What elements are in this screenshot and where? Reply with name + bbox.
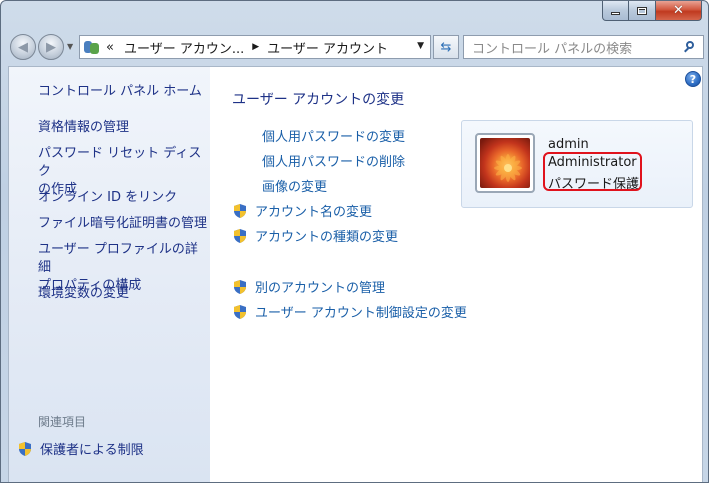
user-account-card: admin Administrator パスワード保護 bbox=[461, 120, 693, 208]
sidebar-item-control-panel-home[interactable]: コントロール パネル ホーム bbox=[38, 83, 202, 101]
uac-shield-icon bbox=[17, 441, 33, 457]
task-change-uac-settings[interactable]: ユーザー アカウント制御設定の変更 bbox=[232, 302, 467, 321]
back-arrow-icon: ◀ bbox=[18, 39, 28, 55]
uac-shield-icon bbox=[232, 228, 248, 244]
breadcrumb-separator-icon[interactable]: ▶ bbox=[252, 42, 259, 52]
search-box[interactable]: コントロール パネルの検索 bbox=[463, 35, 704, 59]
sidebar: コントロール パネル ホーム 資格情報の管理 パスワード リセット ディスク の… bbox=[9, 67, 210, 482]
avatar bbox=[475, 133, 535, 193]
uac-shield-icon bbox=[232, 203, 248, 219]
refresh-button[interactable]: ⇆ bbox=[433, 35, 459, 59]
task-label: アカウント名の変更 bbox=[255, 205, 373, 220]
minimize-button[interactable] bbox=[602, 1, 629, 21]
control-panel-window: ✕ ◀ ▶ ▼ « ユーザー アカウン... ▶ ユーザー アカウント ▼ ⇆ … bbox=[0, 0, 709, 483]
search-icon[interactable] bbox=[684, 41, 696, 53]
refresh-icon: ⇆ bbox=[440, 39, 452, 55]
maximize-icon bbox=[637, 6, 647, 15]
sidebar-item-encryption-certificates[interactable]: ファイル暗号化証明書の管理 bbox=[38, 215, 207, 233]
search-input[interactable]: コントロール パネルの検索 bbox=[472, 38, 632, 57]
maximize-button[interactable] bbox=[629, 1, 656, 21]
sidebar-item-link-online-id[interactable]: オンライン ID をリンク bbox=[38, 189, 177, 207]
address-dropdown-icon[interactable]: ▼ bbox=[417, 41, 424, 51]
forward-button[interactable]: ▶ bbox=[38, 34, 64, 60]
navigation-bar: ◀ ▶ ▼ « ユーザー アカウン... ▶ ユーザー アカウント ▼ ⇆ コン… bbox=[7, 32, 704, 60]
close-button[interactable]: ✕ bbox=[656, 1, 702, 21]
task-remove-password[interactable]: 個人用パスワードの削除 bbox=[255, 151, 405, 170]
task-label: ユーザー アカウント制御設定の変更 bbox=[255, 306, 467, 321]
task-change-picture[interactable]: 画像の変更 bbox=[255, 176, 327, 195]
user-accounts-icon bbox=[84, 39, 100, 55]
parental-controls-label: 保護者による制限 bbox=[40, 443, 144, 458]
task-label: 個人用パスワードの削除 bbox=[262, 155, 406, 170]
uac-shield-icon bbox=[232, 304, 248, 320]
task-manage-another-account[interactable]: 別のアカウントの管理 bbox=[232, 277, 385, 296]
task-label: 画像の変更 bbox=[262, 180, 328, 195]
task-change-account-name[interactable]: アカウント名の変更 bbox=[232, 201, 372, 220]
uac-shield-icon bbox=[232, 279, 248, 295]
page-title: ユーザー アカウントの変更 bbox=[232, 92, 405, 108]
sidebar-item-environment-variables[interactable]: 環境変数の変更 bbox=[38, 285, 129, 303]
task-change-account-type[interactable]: アカウントの種類の変更 bbox=[232, 226, 398, 245]
account-name: admin bbox=[548, 137, 589, 152]
back-button[interactable]: ◀ bbox=[10, 34, 36, 60]
task-label: アカウントの種類の変更 bbox=[255, 230, 399, 245]
minimize-icon bbox=[611, 12, 620, 15]
sidebar-item-manage-credentials[interactable]: 資格情報の管理 bbox=[38, 119, 129, 137]
breadcrumb-user-accounts-1[interactable]: ユーザー アカウン... bbox=[124, 38, 244, 57]
close-icon: ✕ bbox=[673, 3, 684, 18]
help-icon[interactable]: ? bbox=[685, 71, 701, 87]
breadcrumb-user-accounts-2[interactable]: ユーザー アカウント bbox=[267, 38, 388, 57]
red-highlight-annotation bbox=[543, 152, 642, 191]
task-label: 別のアカウントの管理 bbox=[255, 281, 386, 296]
content-area: コントロール パネル ホーム 資格情報の管理 パスワード リセット ディスク の… bbox=[8, 66, 703, 482]
recent-pages-dropdown[interactable]: ▼ bbox=[67, 42, 73, 51]
flower-picture-icon bbox=[480, 138, 530, 188]
sidebar-item-parental-controls[interactable]: 保護者による制限 bbox=[17, 439, 144, 458]
caption-buttons: ✕ bbox=[602, 1, 702, 21]
task-label: 個人用パスワードの変更 bbox=[262, 130, 406, 145]
address-overflow-chevron[interactable]: « bbox=[106, 40, 114, 55]
task-change-password[interactable]: 個人用パスワードの変更 bbox=[255, 126, 405, 145]
related-heading: 関連項目 bbox=[38, 415, 87, 429]
address-bar[interactable]: « ユーザー アカウン... ▶ ユーザー アカウント ▼ bbox=[79, 35, 431, 59]
forward-arrow-icon: ▶ bbox=[46, 39, 56, 55]
